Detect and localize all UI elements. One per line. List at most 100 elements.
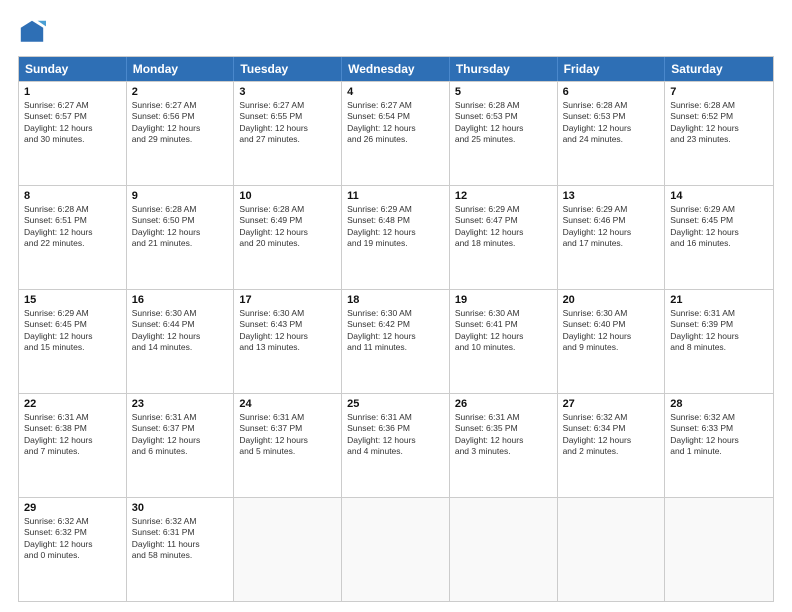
day-info: Sunrise: 6:31 AM Sunset: 6:36 PM Dayligh… xyxy=(347,412,444,458)
day-number: 2 xyxy=(132,86,229,98)
calendar-cell: 24 Sunrise: 6:31 AM Sunset: 6:37 PM Dayli… xyxy=(234,394,342,497)
calendar-cell: 10 Sunrise: 6:28 AM Sunset: 6:49 PM Dayli… xyxy=(234,186,342,289)
day-number: 19 xyxy=(455,294,552,306)
calendar-cell xyxy=(342,498,450,601)
day-number: 17 xyxy=(239,294,336,306)
calendar-cell: 1 Sunrise: 6:27 AM Sunset: 6:57 PM Daylig… xyxy=(19,82,127,185)
day-number: 16 xyxy=(132,294,229,306)
calendar-cell: 6Sunrise: 6:28 AM Sunset: 6:53 PM Daylig… xyxy=(558,82,666,185)
day-number: 11 xyxy=(347,190,444,202)
day-info: Sunrise: 6:31 AM Sunset: 6:37 PM Dayligh… xyxy=(239,412,336,458)
day-number: 7 xyxy=(670,86,768,98)
header-day-friday: Friday xyxy=(558,57,666,81)
day-number: 21 xyxy=(670,294,768,306)
header-day-thursday: Thursday xyxy=(450,57,558,81)
day-info: Sunrise: 6:27 AM Sunset: 6:56 PM Dayligh… xyxy=(132,100,229,146)
day-number: 28 xyxy=(670,398,768,410)
calendar-cell: 15 Sunrise: 6:29 AM Sunset: 6:45 PM Dayli… xyxy=(19,290,127,393)
day-number: 14 xyxy=(670,190,768,202)
day-number: 22 xyxy=(24,398,121,410)
calendar-cell: 16 Sunrise: 6:30 AM Sunset: 6:44 PM Dayli… xyxy=(127,290,235,393)
day-info: Sunrise: 6:28 AM Sunset: 6:49 PM Dayligh… xyxy=(239,204,336,250)
calendar-row: 29Sunrise: 6:32 AM Sunset: 6:32 PM Dayli… xyxy=(19,497,773,601)
day-info: Sunrise: 6:27 AM Sunset: 6:54 PM Dayligh… xyxy=(347,100,444,146)
day-number: 1 xyxy=(24,86,121,98)
calendar-cell: 23 Sunrise: 6:31 AM Sunset: 6:37 PM Dayli… xyxy=(127,394,235,497)
day-info: Sunrise: 6:29 AM Sunset: 6:47 PM Dayligh… xyxy=(455,204,552,250)
calendar-row: 1 Sunrise: 6:27 AM Sunset: 6:57 PM Daylig… xyxy=(19,81,773,185)
calendar-cell: 14 Sunrise: 6:29 AM Sunset: 6:45 PM Dayli… xyxy=(665,186,773,289)
day-number: 20 xyxy=(563,294,660,306)
calendar-cell: 27 Sunrise: 6:32 AM Sunset: 6:34 PM Dayli… xyxy=(558,394,666,497)
day-number: 13 xyxy=(563,190,660,202)
calendar-cell: 25Sunrise: 6:31 AM Sunset: 6:36 PM Dayli… xyxy=(342,394,450,497)
day-info: Sunrise: 6:31 AM Sunset: 6:37 PM Dayligh… xyxy=(132,412,229,458)
day-info: Sunrise: 6:32 AM Sunset: 6:33 PM Dayligh… xyxy=(670,412,768,458)
page: SundayMondayTuesdayWednesdayThursdayFrid… xyxy=(0,0,792,612)
day-number: 6 xyxy=(563,86,660,98)
day-number: 27 xyxy=(563,398,660,410)
calendar-cell xyxy=(558,498,666,601)
calendar-cell: 28 Sunrise: 6:32 AM Sunset: 6:33 PM Dayli… xyxy=(665,394,773,497)
day-info: Sunrise: 6:30 AM Sunset: 6:42 PM Dayligh… xyxy=(347,308,444,354)
logo-icon xyxy=(18,18,46,46)
day-number: 24 xyxy=(239,398,336,410)
day-number: 15 xyxy=(24,294,121,306)
day-number: 23 xyxy=(132,398,229,410)
calendar-header: SundayMondayTuesdayWednesdayThursdayFrid… xyxy=(19,57,773,81)
calendar-cell: 8 Sunrise: 6:28 AM Sunset: 6:51 PM Daylig… xyxy=(19,186,127,289)
calendar-row: 15 Sunrise: 6:29 AM Sunset: 6:45 PM Dayli… xyxy=(19,289,773,393)
calendar-cell: 22 Sunrise: 6:31 AM Sunset: 6:38 PM Dayli… xyxy=(19,394,127,497)
calendar-cell: 12 Sunrise: 6:29 AM Sunset: 6:47 PM Dayli… xyxy=(450,186,558,289)
day-info: Sunrise: 6:32 AM Sunset: 6:31 PM Dayligh… xyxy=(132,516,229,562)
calendar-cell: 29Sunrise: 6:32 AM Sunset: 6:32 PM Dayli… xyxy=(19,498,127,601)
day-number: 29 xyxy=(24,502,121,514)
header-day-monday: Monday xyxy=(127,57,235,81)
calendar-cell xyxy=(450,498,558,601)
day-info: Sunrise: 6:31 AM Sunset: 6:39 PM Dayligh… xyxy=(670,308,768,354)
calendar-cell xyxy=(234,498,342,601)
calendar: SundayMondayTuesdayWednesdayThursdayFrid… xyxy=(18,56,774,602)
day-info: Sunrise: 6:29 AM Sunset: 6:48 PM Dayligh… xyxy=(347,204,444,250)
day-number: 5 xyxy=(455,86,552,98)
calendar-cell: 7Sunrise: 6:28 AM Sunset: 6:52 PM Daylig… xyxy=(665,82,773,185)
calendar-cell xyxy=(665,498,773,601)
header-day-wednesday: Wednesday xyxy=(342,57,450,81)
day-info: Sunrise: 6:30 AM Sunset: 6:40 PM Dayligh… xyxy=(563,308,660,354)
calendar-cell: 9 Sunrise: 6:28 AM Sunset: 6:50 PM Daylig… xyxy=(127,186,235,289)
calendar-cell: 18 Sunrise: 6:30 AM Sunset: 6:42 PM Dayli… xyxy=(342,290,450,393)
day-number: 4 xyxy=(347,86,444,98)
calendar-cell: 21 Sunrise: 6:31 AM Sunset: 6:39 PM Dayli… xyxy=(665,290,773,393)
day-info: Sunrise: 6:28 AM Sunset: 6:50 PM Dayligh… xyxy=(132,204,229,250)
calendar-cell: 13Sunrise: 6:29 AM Sunset: 6:46 PM Dayli… xyxy=(558,186,666,289)
calendar-cell: 3Sunrise: 6:27 AM Sunset: 6:55 PM Daylig… xyxy=(234,82,342,185)
calendar-cell: 2 Sunrise: 6:27 AM Sunset: 6:56 PM Daylig… xyxy=(127,82,235,185)
day-number: 26 xyxy=(455,398,552,410)
header-day-saturday: Saturday xyxy=(665,57,773,81)
header xyxy=(18,18,774,46)
day-info: Sunrise: 6:30 AM Sunset: 6:44 PM Dayligh… xyxy=(132,308,229,354)
day-info: Sunrise: 6:27 AM Sunset: 6:57 PM Dayligh… xyxy=(24,100,121,146)
day-number: 10 xyxy=(239,190,336,202)
day-info: Sunrise: 6:28 AM Sunset: 6:51 PM Dayligh… xyxy=(24,204,121,250)
day-info: Sunrise: 6:30 AM Sunset: 6:43 PM Dayligh… xyxy=(239,308,336,354)
calendar-cell: 17 Sunrise: 6:30 AM Sunset: 6:43 PM Dayli… xyxy=(234,290,342,393)
calendar-cell: 4 Sunrise: 6:27 AM Sunset: 6:54 PM Daylig… xyxy=(342,82,450,185)
calendar-cell: 26Sunrise: 6:31 AM Sunset: 6:35 PM Dayli… xyxy=(450,394,558,497)
calendar-cell: 11 Sunrise: 6:29 AM Sunset: 6:48 PM Dayli… xyxy=(342,186,450,289)
day-number: 8 xyxy=(24,190,121,202)
header-day-sunday: Sunday xyxy=(19,57,127,81)
day-number: 12 xyxy=(455,190,552,202)
day-info: Sunrise: 6:29 AM Sunset: 6:45 PM Dayligh… xyxy=(24,308,121,354)
day-number: 9 xyxy=(132,190,229,202)
day-info: Sunrise: 6:31 AM Sunset: 6:38 PM Dayligh… xyxy=(24,412,121,458)
calendar-row: 8 Sunrise: 6:28 AM Sunset: 6:51 PM Daylig… xyxy=(19,185,773,289)
calendar-cell: 30 Sunrise: 6:32 AM Sunset: 6:31 PM Dayli… xyxy=(127,498,235,601)
day-number: 3 xyxy=(239,86,336,98)
calendar-cell: 20 Sunrise: 6:30 AM Sunset: 6:40 PM Dayli… xyxy=(558,290,666,393)
logo xyxy=(18,18,50,46)
day-info: Sunrise: 6:32 AM Sunset: 6:34 PM Dayligh… xyxy=(563,412,660,458)
day-info: Sunrise: 6:29 AM Sunset: 6:45 PM Dayligh… xyxy=(670,204,768,250)
day-number: 18 xyxy=(347,294,444,306)
day-number: 30 xyxy=(132,502,229,514)
